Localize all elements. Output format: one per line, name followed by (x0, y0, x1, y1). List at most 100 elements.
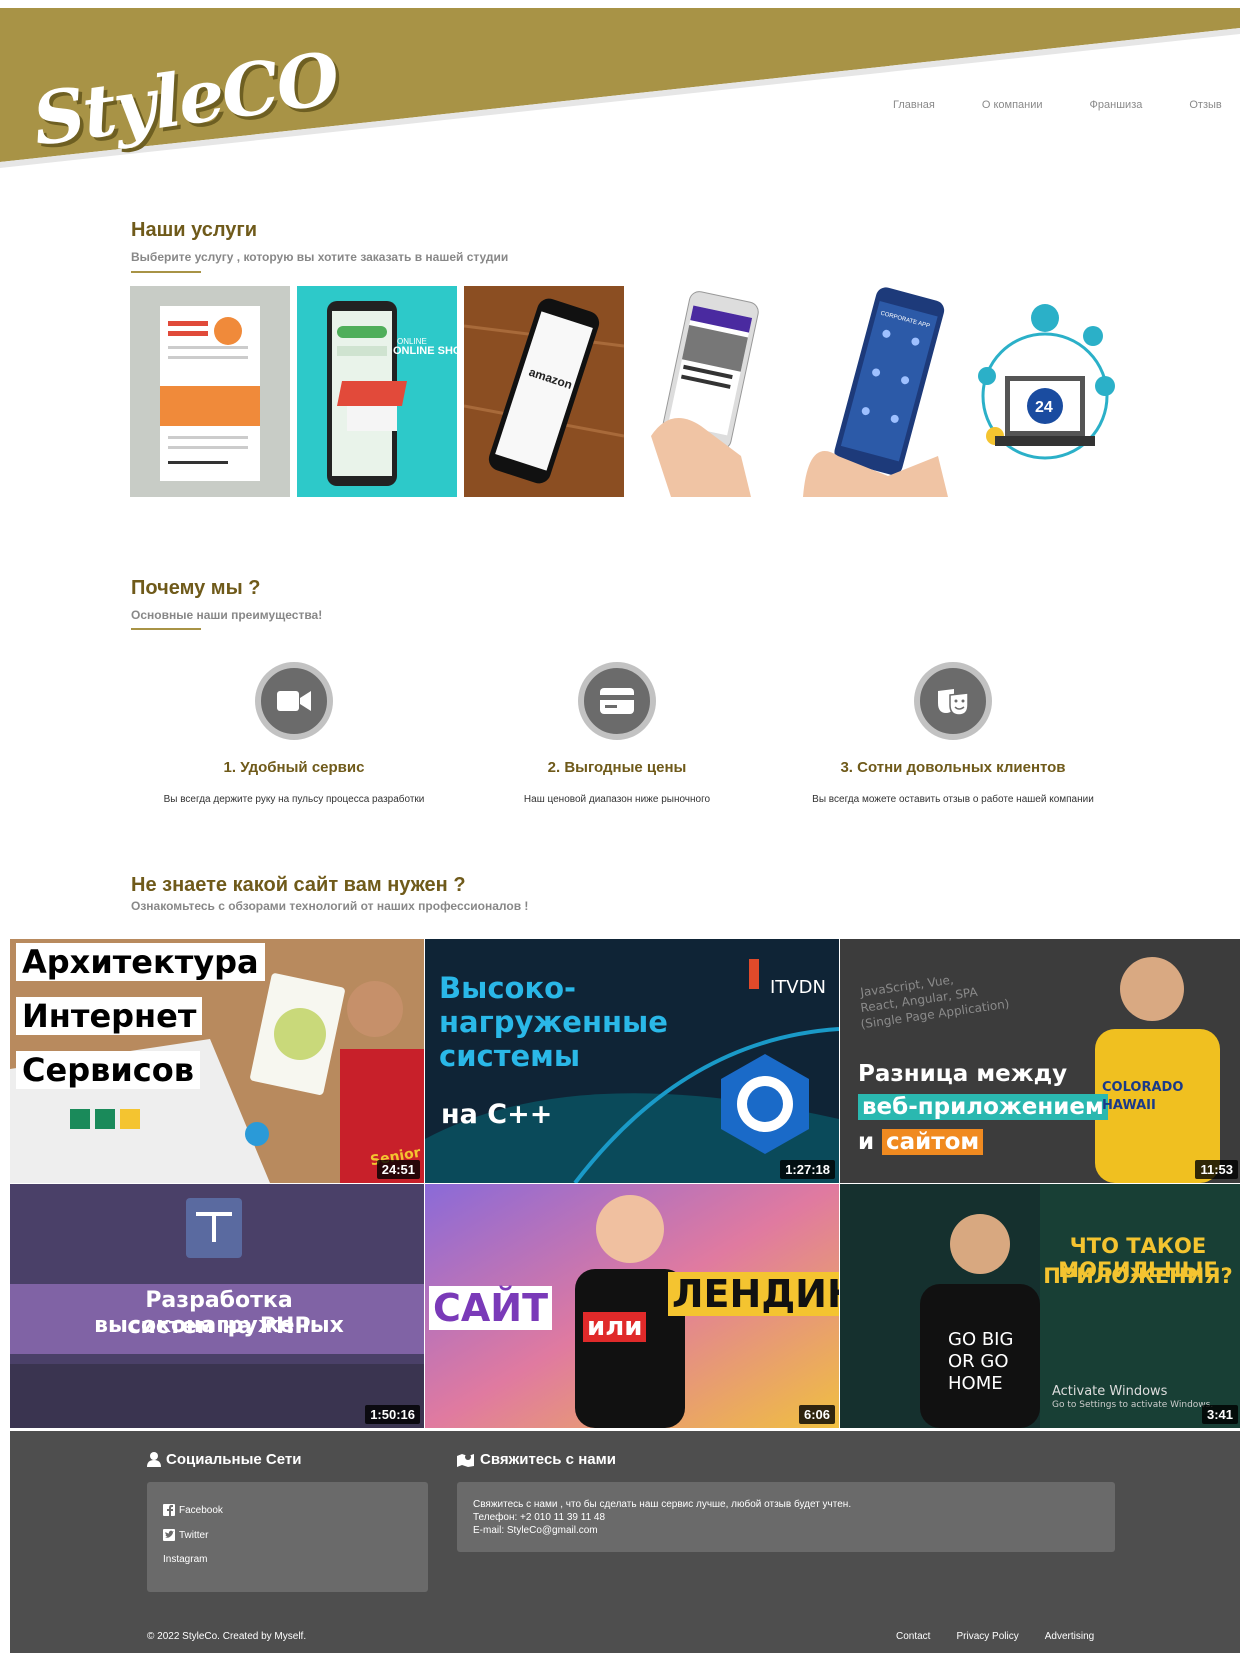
news-app-phone-icon (651, 291, 759, 497)
contact-title: Свяжитесь с нами (480, 1451, 616, 1468)
video-badge: ITVDN (770, 977, 826, 998)
video-badge: COLORADO HAWAII (1102, 1080, 1184, 1113)
video-line: веб-приложением (858, 1094, 1108, 1120)
video-line: GO BIG OR GO HOME (948, 1329, 1014, 1394)
video-line: сайтом (882, 1129, 984, 1155)
video-line: Сервисов (16, 1051, 200, 1089)
video-line: Интернет (16, 997, 203, 1035)
feature-icon-circle (578, 662, 656, 740)
video-line: Разница между (858, 1061, 1068, 1087)
video-line: ПРИЛОЖЕНИЯ? (1043, 1264, 1233, 1288)
contact-box: Свяжитесь с нами , что бы сделать наш се… (457, 1482, 1115, 1552)
social-instagram[interactable]: Instagram (163, 1554, 207, 1565)
theater-masks-icon (938, 689, 969, 715)
activate-windows-title: Activate Windows (1052, 1384, 1168, 1399)
online-shop-phone-icon: ONLINE ONLINE SHOPPING (327, 301, 457, 486)
credit-card-icon (600, 688, 634, 714)
feature-title: 2. Выгодные цены (547, 759, 687, 776)
footer-link-contact[interactable]: Contact (896, 1631, 930, 1642)
videos-subtitle: Ознакомьтесь с обзорами технологий от на… (131, 899, 529, 913)
video-line: или (583, 1312, 647, 1342)
nav-about[interactable]: О компании (982, 99, 1043, 111)
social-facebook[interactable]: Facebook (163, 1504, 223, 1516)
contact-phone: Телефон: +2 010 11 39 11 48 (473, 1512, 606, 1523)
facebook-label: Facebook (179, 1504, 223, 1516)
feature-prices: 2. Выгодные цены Наш ценовой диапазон ни… (482, 662, 752, 805)
feature-convenient: 1. Удобный сервис Вы всегда держите руку… (159, 662, 429, 805)
feature-title: 3. Сотни довольных клиентов (840, 759, 1066, 776)
site-header: StyleCO Главная О компании Франшиза Отзы… (0, 0, 1240, 175)
support-24-laptop-icon: 24 (978, 304, 1115, 460)
video-duration: 1:27:18 (780, 1160, 835, 1179)
video-card[interactable]: JavaScript, Vue, React, Angular, SPA (Si… (840, 939, 1240, 1183)
contact-line: Свяжитесь с нами , что бы сделать наш се… (473, 1499, 852, 1510)
service-tile-shopping[interactable]: ONLINE ONLINE SHOPPING (297, 286, 457, 497)
why-subtitle: Основные наши преимущества! (131, 608, 323, 622)
feature-icon-circle (914, 662, 992, 740)
feature-clients: 3. Сотни довольных клиентов Вы всегда мо… (803, 662, 1103, 805)
service-tile-news-app[interactable] (631, 286, 791, 497)
video-card[interactable]: ЧТО ТАКОЕ МОБИЛЬНЫЕ ПРИЛОЖЕНИЯ? GO BIG O… (840, 1184, 1240, 1428)
video-line: ЛЕНДИНГ (668, 1272, 839, 1316)
service-tile-amazon[interactable]: amazon (464, 286, 624, 497)
video-grid: Архитектура Интернет Сервисов Senior 24:… (10, 939, 1240, 1428)
corporate-app-phone-icon: CORPORATE APP (803, 287, 948, 497)
video-duration: 24:51 (376, 1160, 420, 1179)
map-icon (457, 1454, 474, 1467)
contact-email: E-mail: StyleCo@gmail.com (473, 1525, 598, 1536)
user-icon (147, 1452, 161, 1467)
video-card[interactable]: Высоко- нагруженные системы на С++ ITVDN… (425, 939, 839, 1183)
video-card[interactable]: Архитектура Интернет Сервисов Senior 24:… (10, 939, 424, 1183)
video-line: Высоко- (439, 971, 577, 1005)
services-gallery: ONLINE ONLINE SHOPPING amazon (130, 286, 1132, 497)
site-footer: Социальные Сети Facebook Twitter Instagr… (10, 1431, 1240, 1653)
facebook-icon (163, 1504, 175, 1516)
video-line: САЙТ (429, 1286, 553, 1330)
video-duration: 11:53 (1195, 1160, 1238, 1179)
video-line: систем на PHP (127, 1314, 311, 1339)
video-duration: 1:50:16 (365, 1405, 420, 1424)
video-duration: 3:41 (1201, 1405, 1238, 1424)
services-title: Наши услуги (131, 219, 258, 241)
video-line: Архитектура (16, 943, 265, 981)
video-card[interactable]: Разработка высоконагруженых систем на PH… (10, 1184, 424, 1428)
nav-home[interactable]: Главная (893, 99, 935, 111)
services-underline (131, 271, 201, 273)
activate-windows-text: Go to Settings to activate Windows. (1052, 1400, 1214, 1410)
instagram-label: Instagram (163, 1554, 208, 1565)
footer-link-advertising[interactable]: Advertising (1045, 1631, 1094, 1642)
feature-icon-circle (255, 662, 333, 740)
video-line: на С++ (441, 1099, 553, 1130)
twitter-icon (163, 1529, 175, 1541)
videos-title: Не знаете какой сайт вам нужен ? (131, 874, 466, 896)
video-thumbnail (840, 1184, 1240, 1428)
footer-link-privacy[interactable]: Privacy Policy (956, 1631, 1018, 1642)
social-box: Facebook Twitter Instagram (147, 1482, 428, 1592)
feature-title: 1. Удобный сервис (223, 759, 365, 776)
why-underline (131, 628, 201, 630)
service-tile-landing[interactable] (130, 286, 290, 497)
shopping-label: ONLINE SHOPPING (393, 345, 457, 357)
service-tile-support[interactable]: 24 (965, 286, 1125, 497)
landing-page-mockup-icon (160, 306, 260, 481)
contact-heading: Свяжитесь с нами (457, 1451, 616, 1468)
feature-text: Вы всегда можете оставить отзыв о работе… (812, 794, 1094, 805)
services-subtitle: Выберите услугу , которую вы хотите зака… (131, 250, 509, 264)
support-24-label: 24 (1035, 399, 1053, 416)
social-title: Социальные Сети (166, 1451, 302, 1468)
video-camera-icon (277, 691, 311, 711)
video-line: и (858, 1129, 875, 1155)
video-duration: 6:06 (798, 1405, 835, 1424)
nav-franchise[interactable]: Франшиза (1090, 99, 1143, 111)
feature-text: Вы всегда держите руку на пульсу процесс… (163, 794, 425, 805)
video-line: нагруженные (439, 1005, 668, 1039)
why-title: Почему мы ? (131, 577, 261, 599)
service-tile-corporate-app[interactable]: CORPORATE APP (798, 286, 958, 497)
video-card[interactable]: САЙТ или ЛЕНДИНГ 6:06 (425, 1184, 839, 1428)
video-line: системы (439, 1039, 581, 1073)
nav-reviews[interactable]: Отзыв (1189, 99, 1221, 111)
amazon-phone-icon: amazon (464, 286, 624, 497)
social-heading: Социальные Сети (147, 1451, 301, 1468)
social-twitter[interactable]: Twitter (163, 1529, 208, 1541)
feature-text: Наш ценовой диапазон ниже рыночного (523, 794, 711, 805)
